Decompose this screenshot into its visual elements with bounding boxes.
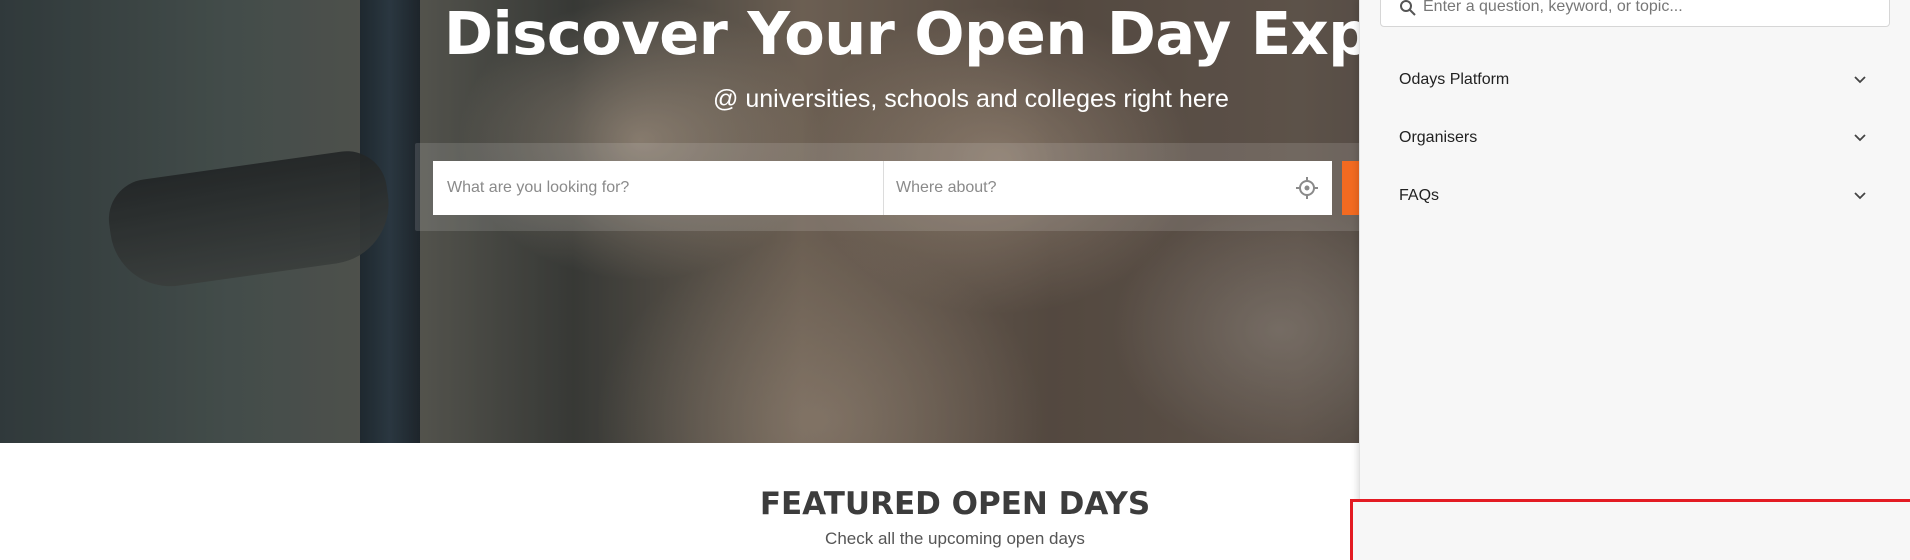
chevron-down-icon [1854,76,1866,84]
hero-title: Discover Your Open Day Experie [444,0,1498,68]
search-where-input[interactable] [883,161,1332,215]
help-item-faqs[interactable]: FAQs [1360,176,1910,216]
page: Discover Your Open Day Experie @ univers… [0,0,1910,560]
help-search-input[interactable] [1423,0,1873,21]
search-what-input[interactable] [433,161,883,215]
featured-title-text: FEATURED OPEN DAYS [759,486,1151,522]
help-item-label: FAQs [1399,187,1440,204]
chevron-down-icon [1854,134,1866,142]
help-item-label: Odays Platform [1399,71,1510,88]
locate-icon[interactable] [1295,176,1319,200]
help-item-organisers[interactable]: Organisers [1360,118,1910,158]
search-icon [1400,0,1416,16]
chevron-down-icon [1854,192,1866,200]
help-panel: Odays Platform Organisers FAQs [1359,0,1910,560]
highlight-box [1350,499,1910,560]
help-item-label: Organisers [1399,129,1478,146]
help-item-odays-platform[interactable]: Odays Platform [1360,60,1910,100]
help-search-box [1380,0,1890,27]
hero-subtitle-text: @ universities, schools and colleges rig… [713,85,1229,113]
